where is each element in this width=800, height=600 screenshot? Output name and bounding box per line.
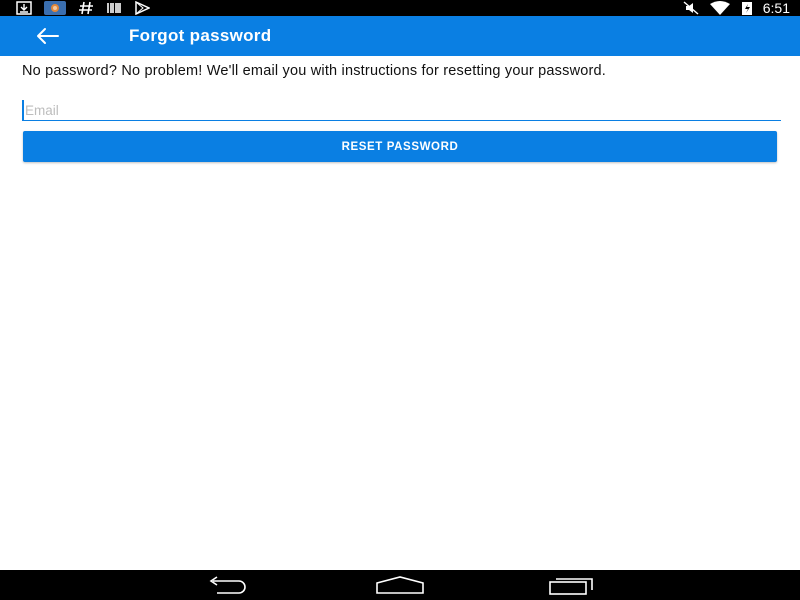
app-bar: Forgot password	[0, 16, 800, 56]
barcode-icon	[107, 3, 121, 13]
mute-icon	[683, 1, 699, 15]
arrow-back-icon	[37, 28, 59, 44]
navigation-bar	[0, 570, 800, 600]
reset-password-button[interactable]: RESET PASSWORD	[23, 131, 777, 162]
nav-recents-button[interactable]	[548, 575, 596, 595]
page-title: Forgot password	[129, 26, 272, 45]
back-nav-icon	[209, 576, 246, 594]
status-bar: 6:51	[0, 0, 800, 16]
back-button[interactable]	[34, 24, 62, 48]
clock: 6:51	[762, 0, 790, 16]
home-nav-icon	[376, 576, 424, 594]
photos-icon	[44, 1, 66, 15]
battery-charging-icon	[741, 2, 752, 15]
nav-home-button[interactable]	[375, 575, 425, 595]
wifi-icon	[709, 1, 730, 15]
download-icon	[16, 1, 32, 15]
recents-nav-icon	[549, 578, 593, 595]
play-store-icon	[135, 1, 150, 15]
nav-back-button[interactable]	[205, 575, 253, 595]
hashtag-icon	[79, 1, 93, 15]
notification-icons	[16, 0, 150, 16]
email-field[interactable]	[22, 100, 781, 121]
system-icons: 6:51	[683, 0, 790, 16]
instructions-text: No password? No problem! We'll email you…	[22, 63, 607, 79]
